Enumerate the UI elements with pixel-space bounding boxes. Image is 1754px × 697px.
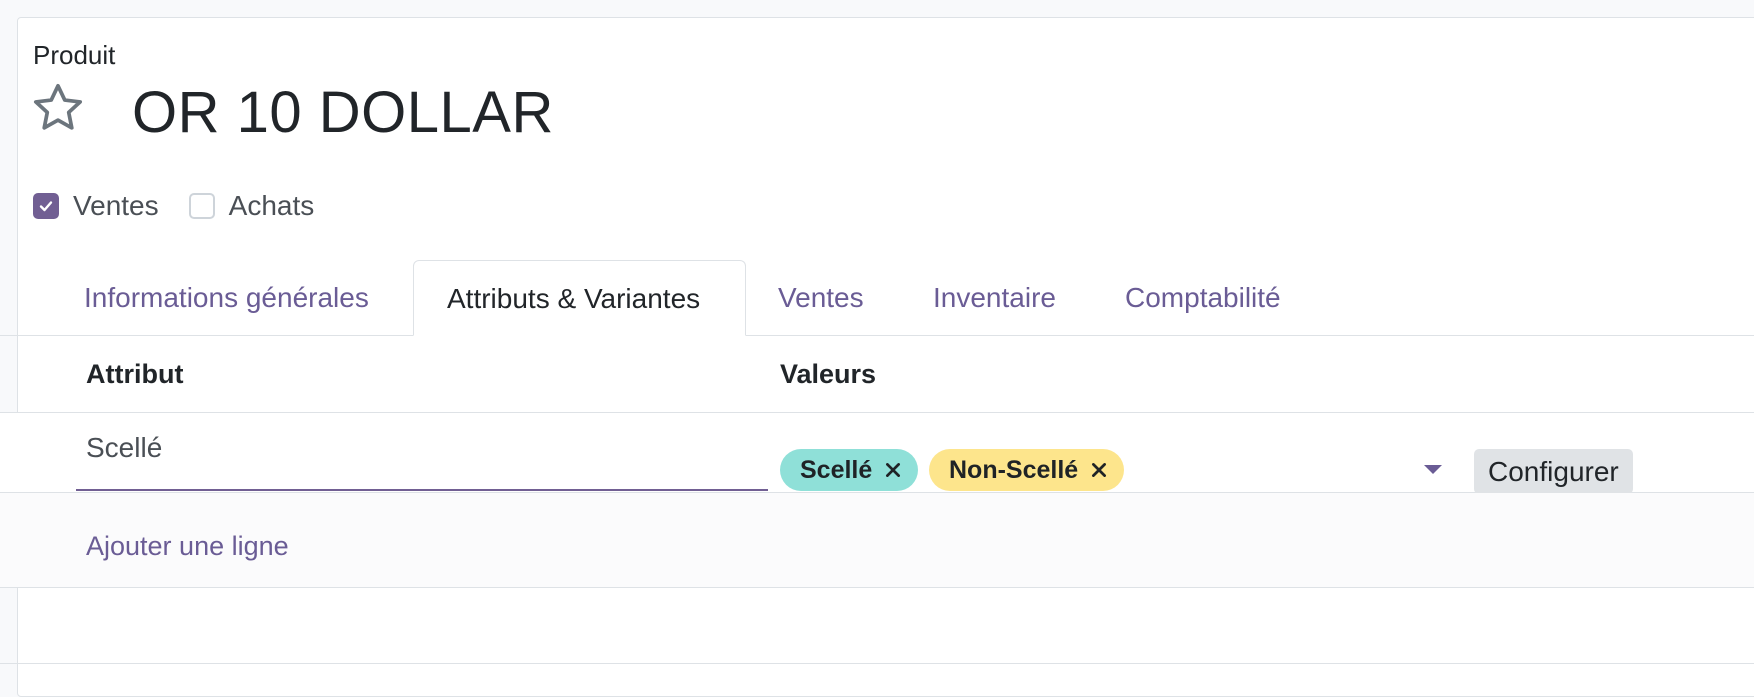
star-outline-icon[interactable] — [30, 80, 86, 136]
remove-tag-icon[interactable] — [1090, 461, 1108, 479]
sales-option-label: Ventes — [73, 190, 159, 221]
purchase-option[interactable]: Achats — [188, 190, 315, 222]
tab-general-information[interactable]: Informations générales — [84, 260, 369, 336]
tab-accounting[interactable]: Comptabilité — [1125, 260, 1281, 336]
value-tag-label: Scellé — [800, 455, 873, 484]
table-bottom-divider — [0, 663, 1754, 664]
record-type-label: Produit — [33, 40, 116, 70]
check-icon — [39, 201, 53, 212]
product-name[interactable]: OR 10 DOLLAR — [132, 78, 554, 148]
product-options: Ventes Achats — [33, 190, 344, 222]
tab-attributes-variants[interactable]: Attributs & Variantes — [413, 260, 746, 336]
remove-tag-icon[interactable] — [884, 461, 902, 479]
table-row[interactable]: Scellé Scellé Non-Scellé Configurer — [0, 413, 1754, 494]
value-tag: Non-Scellé — [929, 449, 1125, 491]
column-header-attribute[interactable]: Attribut — [86, 336, 183, 412]
purchase-option-label: Achats — [228, 190, 315, 221]
column-header-values[interactable]: Valeurs — [780, 336, 876, 412]
notebook-tabs: Informations générales Attributs & Varia… — [0, 260, 1754, 336]
table-header: Attribut Valeurs — [0, 336, 1754, 413]
value-tag-label: Non-Scellé — [949, 455, 1079, 484]
purchase-checkbox[interactable] — [188, 193, 215, 219]
value-tag: Scellé — [780, 449, 919, 491]
add-line-row: Ajouter une ligne — [0, 493, 1754, 588]
tab-inventory[interactable]: Inventaire — [933, 260, 1056, 336]
values-dropdown-icon[interactable] — [1424, 465, 1442, 474]
tab-sales[interactable]: Ventes — [778, 260, 864, 336]
configure-button[interactable]: Configurer — [1474, 449, 1633, 494]
attribute-input[interactable]: Scellé — [76, 413, 768, 491]
sales-checkbox[interactable] — [33, 193, 59, 219]
sales-option[interactable]: Ventes — [33, 190, 159, 222]
add-line-link[interactable]: Ajouter une ligne — [86, 531, 289, 562]
